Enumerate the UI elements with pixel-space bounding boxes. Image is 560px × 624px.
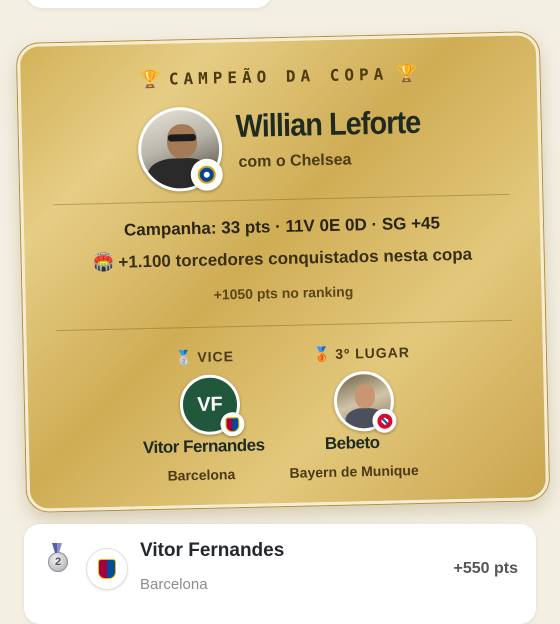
trophy-icon: 🏆 — [139, 69, 162, 91]
vice-name: Vitor Fernandes — [142, 435, 265, 458]
rank-player-name: Vitor Fernandes — [140, 540, 285, 561]
trophy-icon: 🏆 — [396, 63, 418, 85]
champion-card: 🏆 CAMPEÃO DA COPA 🏆 Willian Leforte com o … — [16, 32, 550, 512]
vice-initials: VF — [196, 392, 224, 416]
vice-club: Barcelona — [167, 466, 236, 484]
rank-position: 2 — [54, 556, 62, 568]
silver-medal-icon: 🥈 — [174, 349, 194, 366]
vice-label: 🥈 VICE — [175, 348, 234, 366]
bayern-crest-icon — [372, 408, 397, 434]
fans-text: +1.100 torcedores conquistados nesta cop… — [118, 244, 473, 272]
third-label-text: 3º LUGAR — [335, 344, 411, 362]
rank-points: +550 pts — [453, 560, 518, 577]
champion-title-text: CAMPEÃO DA COPA — [168, 64, 389, 89]
third-name: Bebeto — [324, 432, 380, 454]
champion-club: com o Chelsea — [238, 151, 352, 171]
barcelona-crest-icon — [220, 411, 245, 437]
chelsea-crest-icon — [190, 158, 224, 192]
silver-medal-icon: 2 — [48, 552, 68, 572]
third-place-label: 🥉 3º LUGAR — [313, 344, 410, 363]
stadium-icon: 🏟️ — [93, 252, 115, 273]
vice-label-text: VICE — [197, 348, 235, 365]
campaign-stats: Campanha: 33 pts · 11V 0E 0D · SG +45 — [123, 213, 441, 240]
ranking-points: +1050 pts no ranking — [213, 283, 354, 303]
ranking-row[interactable]: 2 Vitor Fernandes Barcelona +550 pts — [24, 524, 536, 624]
barcelona-crest-icon — [86, 548, 128, 590]
champion-card-title: 🏆 CAMPEÃO DA COPA 🏆 — [20, 61, 536, 93]
fans-gained: 🏟️ +1.100 torcedores conquistados nesta c… — [25, 243, 541, 275]
divider — [53, 193, 510, 206]
previous-card — [26, 0, 272, 8]
divider — [56, 319, 513, 332]
rank-club: Barcelona — [140, 576, 208, 593]
third-club: Bayern de Munique — [289, 461, 419, 481]
bronze-medal-icon: 🥉 — [312, 345, 332, 363]
champion-name: Willian Leforte — [235, 103, 421, 145]
